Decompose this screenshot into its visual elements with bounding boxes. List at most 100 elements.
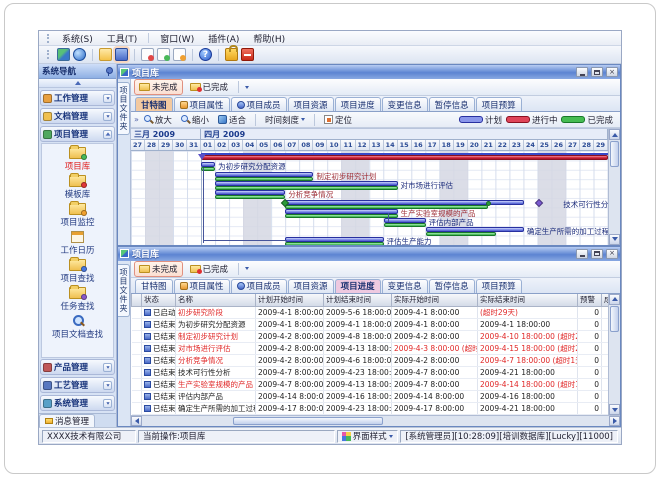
column-header-状态[interactable]: 状态 [142, 294, 176, 307]
table-hscrollbar[interactable] [131, 415, 620, 426]
workstation-icon[interactable] [57, 48, 70, 61]
sidebar-section-产品管理[interactable]: 产品管理 [40, 359, 115, 375]
tab-暂停信息[interactable]: 暂停信息 [429, 97, 475, 111]
tab-甘特图[interactable]: 甘特图 [135, 97, 173, 111]
sidebar-item-项目监控[interactable]: 项目监控 [42, 202, 113, 229]
column-header-实际结束时间[interactable]: 实际结束时间 [478, 294, 578, 307]
table-row[interactable]: 已结束制定初步研究计划2009-4-2 8:00:002009-4-8 18:0… [132, 331, 609, 343]
tab-暂停信息[interactable]: 暂停信息 [429, 279, 475, 293]
scroll-thumb[interactable] [610, 141, 619, 167]
stop-icon[interactable] [241, 48, 254, 61]
sidebar-section-项目管理[interactable]: 项目管理 [40, 126, 115, 142]
tool-zoom-out-button[interactable]: 缩小 [178, 114, 212, 126]
scroll-right-button[interactable] [609, 416, 620, 426]
scroll-up-button[interactable] [609, 294, 620, 305]
toolbar-grip-handle[interactable] [47, 50, 50, 59]
sidebar-item-项目库[interactable]: 项目库 [42, 146, 113, 173]
filter-button-未完成[interactable]: 未完成 [134, 261, 183, 277]
scroll-thumb[interactable] [610, 306, 619, 332]
tool-locate-button[interactable]: 定位 [321, 114, 355, 126]
tab-项目进度[interactable]: 项目进度 [335, 97, 381, 111]
side-tab-project-folder[interactable]: 项目文件夹 [118, 82, 130, 135]
chevron-down-icon[interactable] [103, 94, 112, 103]
sidebar-item-任务查找[interactable]: 任务查找 [42, 286, 113, 313]
tab-项目预算[interactable]: 项目预算 [476, 97, 522, 111]
maximize-button[interactable] [591, 67, 603, 77]
lock-icon[interactable] [225, 48, 238, 61]
scroll-down-button[interactable] [609, 404, 620, 415]
table-row[interactable]: 已结束分析竞争情况2009-4-2 8:00:002009-4-6 18:00:… [132, 355, 609, 367]
globe-icon[interactable] [73, 48, 86, 61]
chevron-down-icon[interactable] [103, 381, 112, 390]
ui-style-selector[interactable]: 界面样式 [337, 430, 399, 443]
sidebar-item-项目查找[interactable]: 项目查找 [42, 258, 113, 285]
sidebar-collapse-button[interactable] [39, 79, 116, 88]
menu-item-1[interactable]: 系统(S) [56, 31, 99, 46]
chevron-down-icon[interactable] [103, 363, 112, 372]
table-row[interactable]: 已结束生产实验室规模的产品2009-4-7 8:00:002009-4-13 1… [132, 379, 609, 391]
chevron-up-icon[interactable] [103, 130, 112, 139]
pin-icon[interactable] [105, 67, 113, 75]
save-icon[interactable] [115, 48, 128, 61]
column-header-计划结束时间[interactable]: 计划结束时间 [324, 294, 392, 307]
help-icon[interactable]: ? [199, 48, 212, 61]
tab-变更信息[interactable]: 变更信息 [382, 97, 428, 111]
tab-项目资源[interactable]: 项目资源 [288, 279, 334, 293]
menu-item-4[interactable]: 插件(A) [202, 31, 245, 46]
tool-fit-button[interactable]: 适合 [215, 114, 249, 126]
sidebar-section-工作管理[interactable]: 工作管理 [40, 90, 115, 106]
side-tab-project-folder[interactable]: 项目文件夹 [118, 264, 130, 317]
column-header-blank[interactable] [132, 294, 142, 307]
doc-edit-icon[interactable] [157, 48, 170, 61]
tool-zoom-in-button[interactable]: 放大 [141, 114, 175, 126]
table-row[interactable]: 已启动初步研究阶段2009-4-1 8:00:002009-5-6 18:00:… [132, 307, 609, 319]
sidebar-section-工艺管理[interactable]: 工艺管理 [40, 377, 115, 393]
chevron-down-icon[interactable] [103, 399, 112, 408]
table-row[interactable]: 已结束确定生产所需的加工过程2009-4-17 8:00:002009-4-23… [132, 403, 609, 415]
tab-变更信息[interactable]: 变更信息 [382, 279, 428, 293]
table-row[interactable]: 已结束技术可行性分析2009-4-7 8:00:002009-4-23 18:0… [132, 367, 609, 379]
sidebar-item-项目文档查找[interactable]: 项目文档查找 [42, 314, 113, 341]
scroll-down-button[interactable] [609, 234, 620, 245]
column-header-实际开始时间[interactable]: 实际开始时间 [392, 294, 478, 307]
gantt-vscrollbar[interactable] [608, 129, 620, 245]
tab-项目属性[interactable]: 项目属性 [174, 97, 230, 111]
menu-item-5[interactable]: 帮助(H) [247, 31, 291, 46]
filter-button-已完成[interactable]: 已完成 [186, 80, 233, 94]
column-header-名称[interactable]: 名称 [176, 294, 256, 307]
tab-甘特图[interactable]: 甘特图 [135, 279, 173, 293]
scroll-thumb[interactable] [233, 417, 383, 425]
sidebar-item-模板库[interactable]: 模板库 [42, 174, 113, 201]
doc-delete-icon[interactable] [173, 48, 186, 61]
chevron-down-icon[interactable] [103, 112, 112, 121]
tab-message-management[interactable]: 消息管理 [39, 414, 95, 427]
tab-项目进度[interactable]: 项目进度 [335, 279, 381, 293]
tool-timescale-button[interactable]: 时间刻度 [262, 114, 308, 126]
folder-open-icon[interactable] [99, 48, 112, 61]
scroll-left-button[interactable] [131, 416, 142, 426]
filter-button-未完成[interactable]: 未完成 [134, 79, 183, 95]
filter-button-已完成[interactable]: 已完成 [186, 262, 233, 276]
table-vscrollbar[interactable] [608, 294, 620, 416]
sidebar-section-系统管理[interactable]: 系统管理 [40, 395, 115, 411]
menu-item-3[interactable]: 窗口(W) [154, 31, 200, 46]
chevron-down-icon[interactable] [245, 267, 249, 270]
menu-item-2[interactable]: 工具(T) [101, 31, 144, 46]
tab-项目属性[interactable]: 项目属性 [174, 279, 230, 293]
menu-grip-handle[interactable] [47, 34, 50, 43]
doc-new-icon[interactable] [141, 48, 154, 61]
column-header-预警[interactable]: 预警 [578, 294, 602, 307]
sidebar-item-工作日历[interactable]: 工作日历 [42, 230, 113, 257]
overflow-chevron-icon[interactable]: » [134, 115, 138, 124]
chevron-down-icon[interactable] [245, 86, 249, 89]
minimize-button[interactable] [576, 67, 588, 77]
tab-项目预算[interactable]: 项目预算 [476, 279, 522, 293]
tab-项目成员[interactable]: 项目成员 [231, 97, 287, 111]
tab-项目成员[interactable]: 项目成员 [231, 279, 287, 293]
table-row[interactable]: 已结束对市场进行评估2009-4-2 8:00:002009-4-13 18:0… [132, 343, 609, 355]
table-row[interactable]: 已结束评估内部产品2009-4-14 8:00:002009-4-16 18:0… [132, 391, 609, 403]
minimize-button[interactable] [576, 249, 588, 259]
close-button[interactable]: × [606, 249, 618, 259]
table-row[interactable]: 已结束为初步研究分配资源2009-4-1 8:00:002009-4-1 18:… [132, 319, 609, 331]
close-button[interactable]: × [606, 67, 618, 77]
